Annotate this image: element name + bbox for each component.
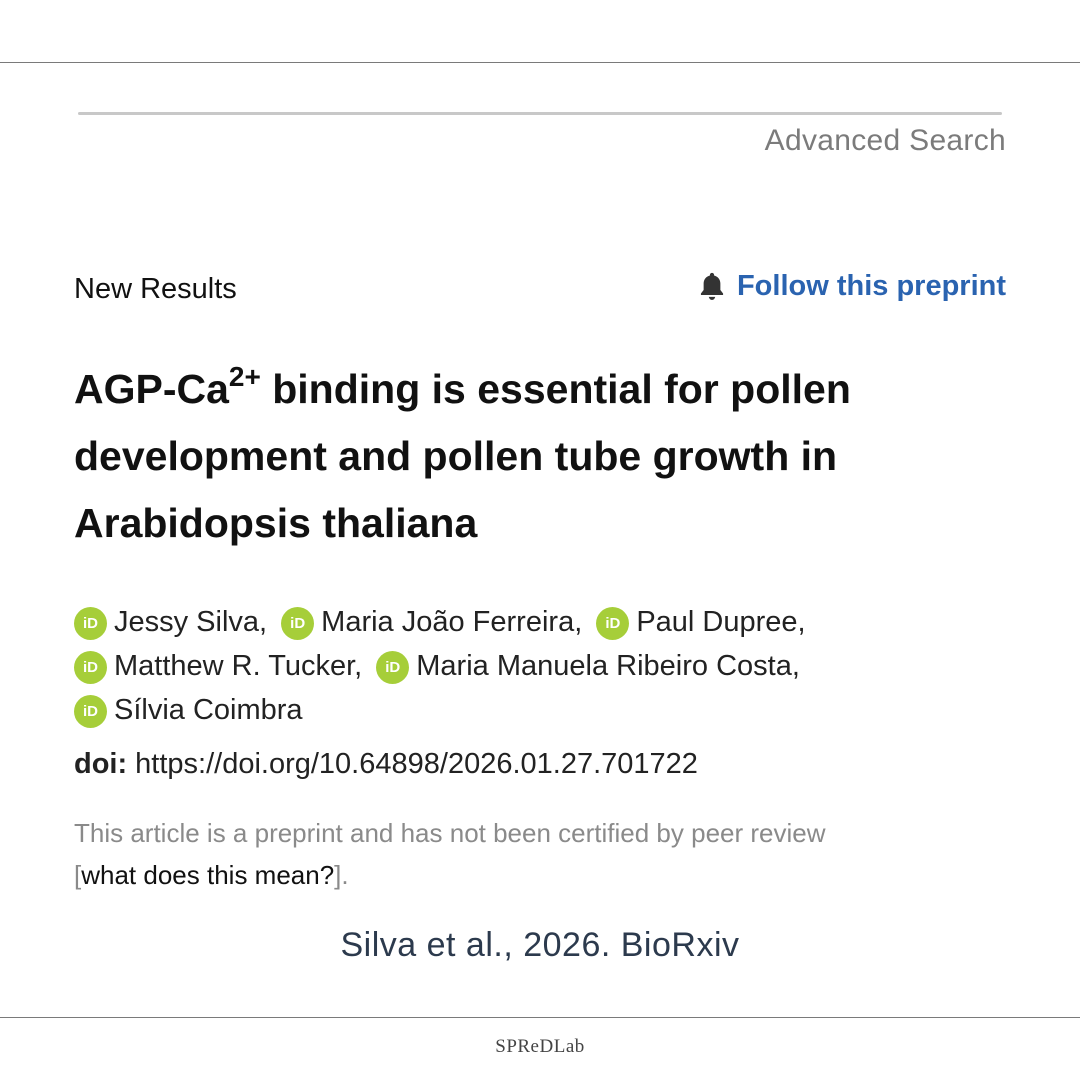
bottom-divider xyxy=(0,1017,1080,1018)
follow-preprint-label: Follow this preprint xyxy=(736,270,1006,302)
author-item: iD Matthew R. Tucker, xyxy=(74,644,362,688)
search-input[interactable] xyxy=(78,112,1002,115)
author-list: iD Jessy Silva, iD Maria João Ferreira, iD… xyxy=(74,600,1034,732)
author-item: iD Paul Dupree, xyxy=(596,600,806,644)
preprint-notice-text: This article is a preprint and has not b… xyxy=(74,818,826,848)
author-name[interactable]: Sílvia Coimbra xyxy=(114,694,303,726)
author-item: iD Sílvia Coimbra xyxy=(74,688,303,732)
bracket-close: ]. xyxy=(334,860,349,890)
bell-icon xyxy=(700,272,724,300)
orcid-icon[interactable]: iD xyxy=(74,607,107,640)
author-name[interactable]: Maria João Ferreira, xyxy=(321,606,582,638)
author-item: iD Maria Manuela Ribeiro Costa, xyxy=(376,644,800,688)
advanced-search-link[interactable]: Advanced Search xyxy=(765,124,1006,158)
article-title: AGP-Ca2+ binding is essential for pollen… xyxy=(74,356,1034,557)
footer-brand-logo: SPReDLab xyxy=(495,1036,585,1057)
section-label: New Results xyxy=(74,273,237,305)
doi-label: doi: xyxy=(74,748,128,780)
citation-caption: Silva et al., 2026. BioRxiv xyxy=(340,926,740,964)
title-superscript: 2+ xyxy=(228,361,261,393)
top-divider xyxy=(0,62,1080,63)
doi-link[interactable]: https://doi.org/10.64898/2026.01.27.7017… xyxy=(135,748,698,780)
title-part-1: AGP-Ca xyxy=(74,366,229,412)
doi-line: doi: https://doi.org/10.64898/2026.01.27.… xyxy=(74,748,698,781)
preprint-notice: This article is a preprint and has not b… xyxy=(74,812,1034,896)
author-name[interactable]: Jessy Silva, xyxy=(114,606,267,638)
author-item: iD Jessy Silva, xyxy=(74,600,267,644)
orcid-icon[interactable]: iD xyxy=(596,607,630,640)
orcid-icon[interactable]: iD xyxy=(74,651,107,684)
author-item: iD Maria João Ferreira, xyxy=(281,600,582,644)
author-name[interactable]: Paul Dupree, xyxy=(636,606,805,638)
orcid-icon[interactable]: iD xyxy=(376,651,410,684)
what-does-this-mean-link[interactable]: what does this mean? xyxy=(81,860,334,890)
follow-preprint-button[interactable]: Follow this preprint xyxy=(697,270,1006,303)
author-name[interactable]: Matthew R. Tucker, xyxy=(114,650,362,682)
author-name[interactable]: Maria Manuela Ribeiro Costa, xyxy=(416,650,800,682)
orcid-icon[interactable]: iD xyxy=(74,695,107,728)
orcid-icon[interactable]: iD xyxy=(281,607,315,640)
